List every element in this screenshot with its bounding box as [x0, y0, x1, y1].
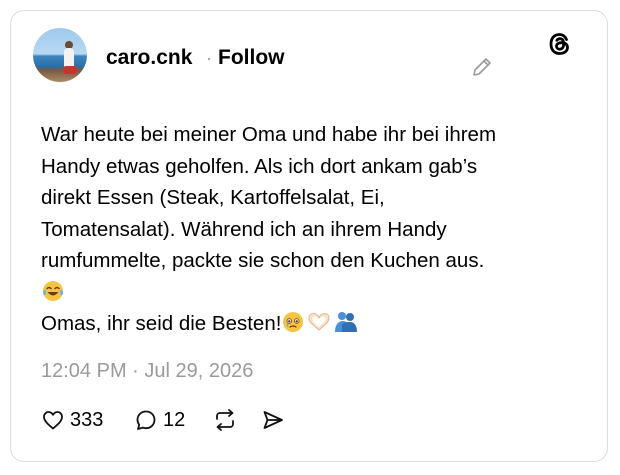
- people-hugging-icon: [335, 312, 358, 332]
- send-icon: [263, 411, 283, 429]
- avatar[interactable]: [33, 28, 87, 82]
- reply-count: 12: [163, 409, 186, 431]
- post-timestamp: 12:04 PM · Jul 29, 2026: [41, 360, 254, 382]
- threads-logo-icon[interactable]: [546, 30, 574, 58]
- post-text: War heute bei meiner Oma und habe ihr be…: [41, 119, 561, 340]
- username[interactable]: caro.cnk: [106, 46, 192, 70]
- post-text-line: Handy etwas geholfen. Als ich dort ankam…: [41, 154, 478, 178]
- face-with-tears-of-joy-icon: [43, 280, 63, 301]
- follow-button[interactable]: Follow: [218, 46, 285, 70]
- separator-dot: ·: [206, 48, 212, 68]
- repost-icon: [216, 409, 234, 431]
- post-text-line: direkt Essen (Steak, Kartoffelsalat, Ei,: [41, 186, 385, 209]
- like-count: 333: [70, 409, 104, 431]
- repost-button[interactable]: [212, 406, 238, 434]
- emoji-line: [41, 277, 561, 309]
- post-text-last-line: Omas, ihr seid die Besten!: [41, 308, 561, 340]
- heart-icon: [43, 411, 63, 430]
- reply-bubble-icon: [136, 410, 156, 430]
- like-button[interactable]: 333: [41, 406, 103, 434]
- face-holding-back-tears-icon: [283, 312, 304, 332]
- reply-button[interactable]: 12: [134, 406, 185, 434]
- post-text-line: Tomatensalat). Während ich an ihrem Hand…: [41, 217, 447, 241]
- heart-hands-icon: [308, 312, 330, 331]
- share-button[interactable]: [261, 406, 285, 434]
- post-text-line: rumfummelte, packte sie schon den Kuchen…: [41, 249, 485, 272]
- post-text-line: War heute bei meiner Oma und habe ihr be…: [41, 123, 497, 146]
- avatar-figure-body: [64, 48, 74, 68]
- avatar-figure-legs: [63, 66, 77, 74]
- pencil-icon[interactable]: [470, 55, 494, 79]
- post-text-line: Omas, ihr seid die Besten!: [41, 312, 282, 335]
